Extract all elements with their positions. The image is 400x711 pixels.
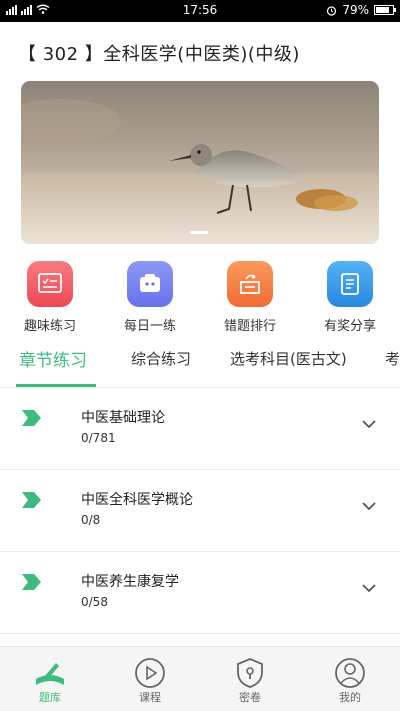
alarm-icon	[327, 5, 337, 16]
nav-profile[interactable]: 我的	[300, 647, 400, 711]
nav-label: 题库	[39, 691, 61, 704]
quiz-icon	[27, 261, 73, 307]
chapter-name: 中医全科医学概论	[81, 492, 193, 508]
nav-label: 课程	[139, 691, 161, 704]
chevron-marker-icon	[22, 492, 41, 508]
chapter-name: 中医基础理论	[81, 410, 165, 426]
chevron-marker-icon	[22, 574, 41, 590]
bird-photo	[21, 99, 379, 244]
status-right-icons: 79%	[326, 3, 396, 17]
share-icon	[327, 261, 373, 307]
quick-action-label: 每日一练	[123, 319, 176, 334]
quick-action-label: 错题排行	[223, 319, 276, 334]
chapter-progress: 0/8	[81, 513, 101, 527]
tab-bar: 章节练习 综合练习 选考科目(医古文) 考	[0, 340, 400, 388]
chevron-down-icon[interactable]	[362, 420, 376, 429]
tab-chapter-practice[interactable]: 章节练习	[19, 346, 87, 371]
banner-carousel[interactable]	[21, 81, 379, 244]
battery-percent: 79%	[342, 3, 369, 17]
list-item[interactable]: 中医全科医学概论 0/8	[0, 470, 400, 552]
question-bank-icon	[36, 663, 64, 685]
chapter-progress: 0/781	[81, 431, 116, 445]
list-item[interactable]: 中医养生康复学 0/58	[0, 552, 400, 634]
chapter-list: 中医基础理论 0/781 中医全科医学概论 0/8 中医养生康复学 0/58	[0, 388, 400, 634]
nav-secret-paper[interactable]: 密卷	[200, 647, 300, 711]
nav-label: 密卷	[239, 691, 261, 704]
quick-action-label: 趣味练习	[23, 319, 76, 334]
tab-active-indicator	[16, 384, 96, 387]
quick-action-label: 有奖分享	[323, 319, 376, 334]
quick-action-ranking[interactable]: 错题排行	[200, 258, 300, 334]
chapter-name: 中医养生康复学	[81, 574, 179, 590]
nav-label: 我的	[339, 691, 361, 704]
page-title: 【 302 】全科医学(中医类)(中级)	[18, 44, 300, 65]
quick-action-share[interactable]: 有奖分享	[300, 258, 400, 334]
tab-comprehensive-practice[interactable]: 综合练习	[131, 348, 191, 369]
chevron-down-icon[interactable]	[362, 502, 376, 511]
daily-icon	[127, 261, 173, 307]
status-bar: 17:56 79%	[0, 0, 400, 22]
user-icon	[335, 658, 365, 688]
chevron-down-icon[interactable]	[362, 584, 376, 593]
play-icon	[135, 658, 165, 688]
list-item[interactable]: 中医基础理论 0/781	[0, 388, 400, 470]
tab-exam[interactable]: 考	[385, 348, 400, 369]
chapter-progress: 0/58	[81, 595, 108, 609]
tab-elective-subject[interactable]: 选考科目(医古文)	[230, 348, 347, 369]
carousel-indicator	[190, 231, 208, 234]
ranking-icon	[227, 261, 273, 307]
quick-actions: 趣味练习 每日一练 错题排行 有奖分享	[0, 258, 400, 334]
nav-question-bank[interactable]: 题库	[0, 647, 100, 711]
battery-icon	[374, 5, 396, 15]
bottom-nav: 题库 课程 密卷 我的	[0, 646, 400, 711]
chevron-marker-icon	[22, 410, 41, 426]
quick-action-daily[interactable]: 每日一练	[100, 258, 200, 334]
quick-action-quiz[interactable]: 趣味练习	[0, 258, 100, 334]
nav-course[interactable]: 课程	[100, 647, 200, 711]
battery-fill	[376, 7, 389, 13]
lock-shield-icon	[237, 658, 263, 688]
